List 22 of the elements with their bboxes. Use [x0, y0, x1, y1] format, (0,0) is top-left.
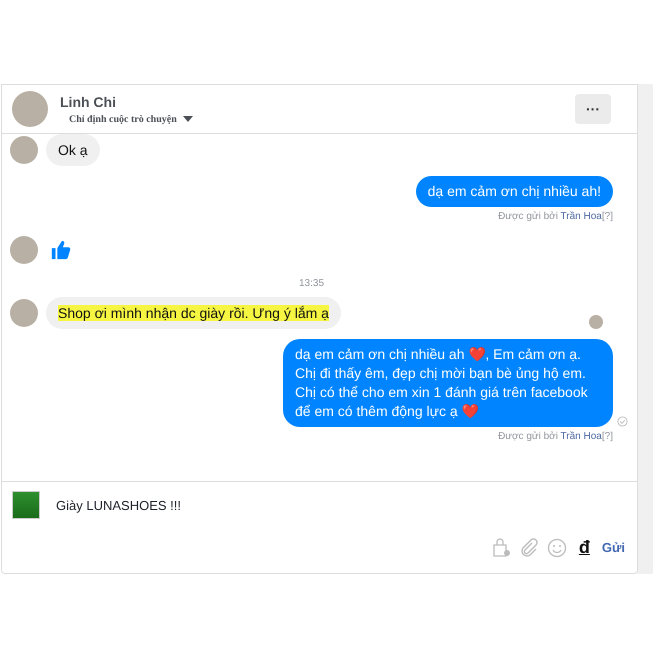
avatar-photo: [10, 236, 38, 264]
smiley-icon[interactable]: [546, 538, 567, 558]
timestamp: 13:35: [298, 278, 324, 289]
shopping-bag-icon[interactable]: [490, 538, 511, 558]
avatar-photo: [10, 299, 38, 327]
message-bubble: dạ em cảm ơn chị nhiều ah!: [416, 176, 613, 207]
assign-conversation-link[interactable]: Chỉ định cuộc trò chuyện: [69, 114, 177, 124]
send-button[interactable]: Gửi: [602, 540, 625, 555]
sent-by-label: Được gửi bởi Trần Hoa[?]: [498, 431, 613, 442]
sent-by-label: Được gửi bởi Trần Hoa[?]: [498, 211, 613, 222]
avatar-photo: [12, 91, 48, 127]
currency-button[interactable]: đ: [578, 537, 590, 558]
paperclip-icon[interactable]: [518, 538, 539, 558]
thumbs-up-icon: [50, 239, 72, 261]
contact-name: Linh Chi: [60, 94, 117, 110]
message-bubble: Ok ạ: [46, 134, 100, 166]
dropdown-caret-icon[interactable]: [182, 116, 193, 122]
more-options-button[interactable]: ···: [575, 94, 611, 124]
message-bubble: Shop ơi mình nhận dc giày rồi. Ưng ý lắm ạ: [46, 297, 341, 329]
message-bubble: dạ em cảm ơn chị nhiều ah ❤, Em cảm ơn ạ. Chị đi thấy êm, đẹp chị mời bạn bè ủng hộ em. Chị có thể cho em xin 1 đánh giá trên facebook để em có thêm động lực ạ ❤: [283, 339, 613, 427]
avatar-photo: [10, 136, 38, 164]
page-logo-icon: [12, 491, 40, 519]
